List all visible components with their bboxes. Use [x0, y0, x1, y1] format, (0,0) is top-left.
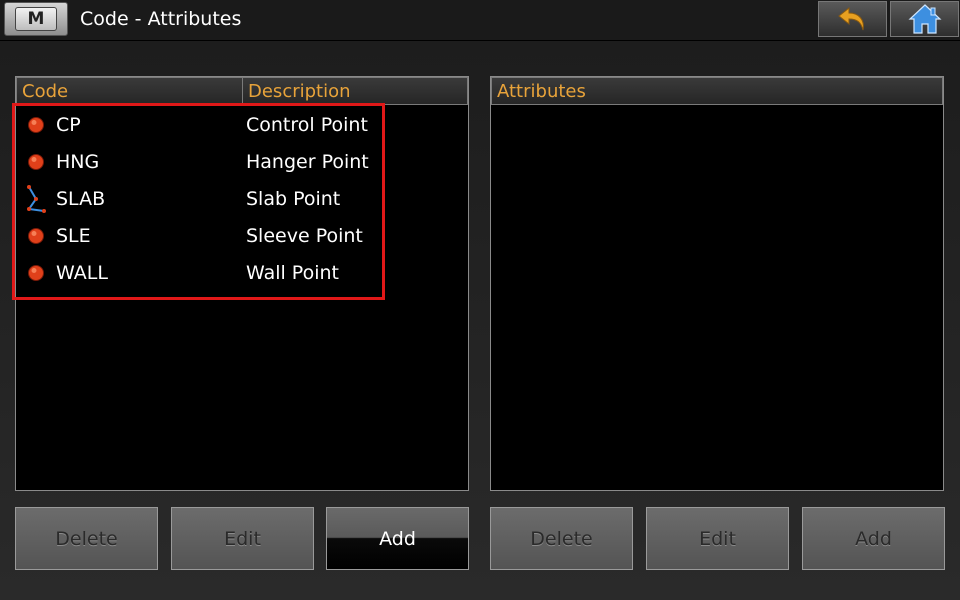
description-cell: Wall Point	[246, 262, 339, 284]
description-cell: Sleeve Point	[246, 225, 363, 247]
description-cell: Control Point	[246, 114, 368, 136]
list-item[interactable]: CP Control Point	[16, 107, 468, 144]
attribute-add-label: Add	[855, 527, 892, 550]
code-edit-label: Edit	[224, 527, 261, 550]
attributes-list-panel: Attributes	[490, 76, 944, 491]
undo-button[interactable]	[818, 1, 887, 37]
point-icon	[28, 154, 44, 170]
point-icon	[28, 228, 44, 244]
code-column-header[interactable]: Code	[16, 77, 243, 105]
code-edit-button[interactable]: Edit	[171, 507, 314, 570]
attribute-delete-button[interactable]: Delete	[490, 507, 633, 570]
description-cell: Hanger Point	[246, 151, 369, 173]
code-cell: SLAB	[56, 188, 106, 210]
title-bar: M Code - Attributes	[0, 0, 960, 41]
list-item[interactable]: WALL Wall Point	[16, 255, 468, 292]
code-cell: HNG	[56, 151, 100, 173]
menu-button[interactable]: M	[4, 2, 68, 36]
attribute-delete-label: Delete	[530, 527, 593, 550]
polyline-icon	[27, 185, 46, 213]
description-cell: Slab Point	[246, 188, 341, 210]
code-cell: CP	[56, 114, 81, 136]
undo-arrow-icon	[837, 6, 864, 31]
attribute-edit-label: Edit	[699, 527, 736, 550]
point-icon	[28, 265, 44, 281]
code-list-panel: Code Description CP Control Point HNG Ha…	[15, 76, 469, 491]
code-delete-label: Delete	[55, 527, 118, 550]
code-add-button[interactable]: Add	[326, 507, 469, 570]
code-cell: WALL	[56, 262, 108, 284]
list-item[interactable]: SLAB Slab Point	[16, 181, 468, 218]
menu-logo: M	[15, 7, 57, 31]
code-list: CP Control Point HNG Hanger Point SLAB S…	[16, 107, 468, 292]
home-icon	[907, 4, 942, 34]
code-cell: SLE	[56, 225, 91, 247]
attribute-add-button[interactable]: Add	[802, 507, 945, 570]
attributes-column-header[interactable]: Attributes	[491, 77, 943, 105]
list-item[interactable]: HNG Hanger Point	[16, 144, 468, 181]
code-add-label: Add	[379, 527, 416, 550]
point-icon	[28, 117, 44, 133]
home-button[interactable]	[890, 1, 959, 37]
description-column-header[interactable]: Description	[242, 77, 468, 105]
code-delete-button[interactable]: Delete	[15, 507, 158, 570]
page-title: Code - Attributes	[80, 8, 242, 30]
list-item[interactable]: SLE Sleeve Point	[16, 218, 468, 255]
attribute-edit-button[interactable]: Edit	[646, 507, 789, 570]
